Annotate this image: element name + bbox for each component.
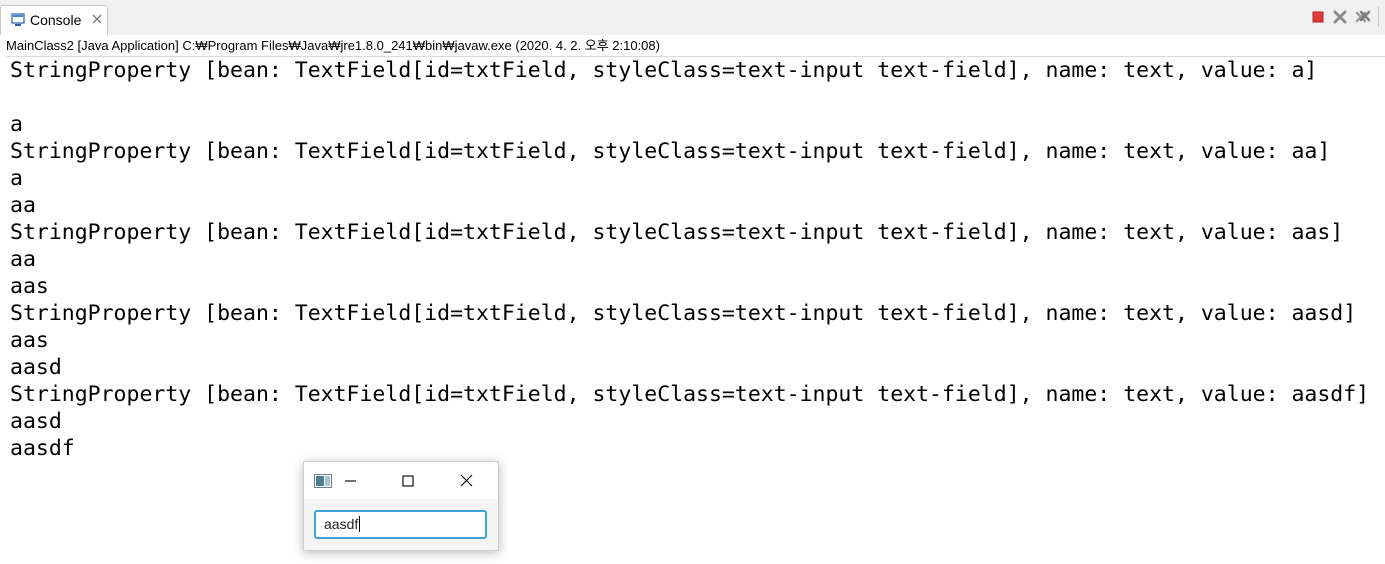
console-line: a [10,112,23,137]
console-line: aasdf [10,436,75,461]
console-line: aasd [10,355,62,380]
console-line: StringProperty [bean: TextField[id=txtFi… [10,382,1370,407]
console-output[interactable]: StringProperty [bean: TextField[id=txtFi… [10,57,1369,462]
console-line: StringProperty [bean: TextField[id=txtFi… [10,301,1357,326]
terminate-icon[interactable] [1310,9,1326,25]
maximize-icon[interactable] [394,470,422,492]
javafx-app-window: aasdf [303,461,499,551]
console-icon [11,13,25,26]
close-icon[interactable] [92,14,102,24]
console-tab[interactable]: Console [0,5,108,35]
window-titlebar[interactable] [304,462,498,499]
remove-launch-icon[interactable] [1332,9,1348,25]
remove-all-launches-icon[interactable] [1355,9,1371,25]
text-field-value: aasdf [324,516,361,532]
console-line: StringProperty [bean: TextField[id=txtFi… [10,139,1331,164]
toolbar-separator [1378,7,1379,27]
console-line: aasd [10,409,62,434]
console-view-tabbar: Console [0,0,1385,35]
console-line: aa [10,247,36,272]
app-icon [314,474,332,488]
console-line: StringProperty [bean: TextField[id=txtFi… [10,58,1318,83]
window-content: aasdf [304,499,498,550]
console-line: StringProperty [bean: TextField[id=txtFi… [10,220,1344,245]
console-line: aas [10,274,49,299]
launch-description: MainClass2 [Java Application] C:₩Program… [6,36,1385,57]
minimize-icon[interactable] [336,470,364,492]
close-icon[interactable] [452,470,480,492]
text-field[interactable]: aasdf [314,510,487,539]
console-tab-label: Console [30,12,82,28]
console-line: a [10,166,23,191]
text-caret [359,516,361,532]
console-line: aa [10,193,36,218]
console-line: aas [10,328,49,353]
